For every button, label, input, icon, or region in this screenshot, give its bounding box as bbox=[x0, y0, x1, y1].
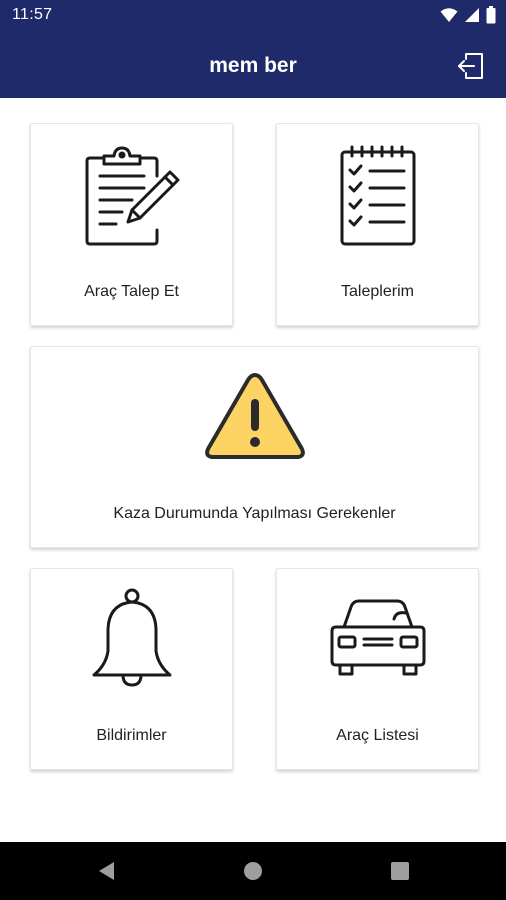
app-bar: mem ber bbox=[0, 32, 506, 98]
my-requests-label: Taleplerim bbox=[341, 283, 414, 300]
car-icon bbox=[330, 599, 425, 676]
notifications-label: Bildirimler bbox=[96, 727, 167, 744]
home-icon bbox=[244, 862, 262, 880]
status-icons bbox=[440, 6, 496, 29]
bell-icon bbox=[92, 588, 171, 687]
request-vehicle-label: Araç Talep Et bbox=[84, 283, 179, 300]
accident-guide-label: Kaza Durumunda Yapılması Gerekenler bbox=[113, 505, 396, 522]
page-title: mem ber bbox=[209, 54, 297, 77]
recents-icon bbox=[391, 862, 409, 880]
vehicle-list-label: Araç Listesi bbox=[336, 727, 419, 744]
logout-icon bbox=[458, 53, 483, 79]
logout-button[interactable] bbox=[456, 51, 486, 81]
system-nav-bar bbox=[0, 842, 506, 900]
accident-guide-card[interactable]: Kaza Durumunda Yapılması Gerekenler bbox=[30, 346, 479, 548]
status-time: 11:57 bbox=[12, 6, 53, 23]
nav-recents-button[interactable] bbox=[389, 860, 411, 882]
notifications-card[interactable]: Bildirimler bbox=[30, 568, 233, 770]
back-icon bbox=[99, 862, 114, 880]
clipboard-edit-icon bbox=[85, 146, 179, 246]
my-requests-card[interactable]: Taleplerim bbox=[276, 123, 479, 326]
wifi-icon bbox=[440, 7, 458, 28]
vehicle-list-card[interactable]: Araç Listesi bbox=[276, 568, 479, 770]
nav-home-button[interactable] bbox=[242, 860, 264, 882]
checklist-icon bbox=[340, 145, 415, 246]
battery-icon bbox=[486, 6, 496, 29]
request-vehicle-card[interactable]: Araç Talep Et bbox=[30, 123, 233, 326]
signal-icon bbox=[464, 7, 480, 28]
dashboard-grid: Araç Talep Et Taleplerim Kaza Durumunda … bbox=[0, 98, 506, 842]
warning-icon bbox=[204, 373, 305, 459]
status-bar: 11:57 bbox=[0, 0, 506, 32]
nav-back-button[interactable] bbox=[95, 860, 117, 882]
